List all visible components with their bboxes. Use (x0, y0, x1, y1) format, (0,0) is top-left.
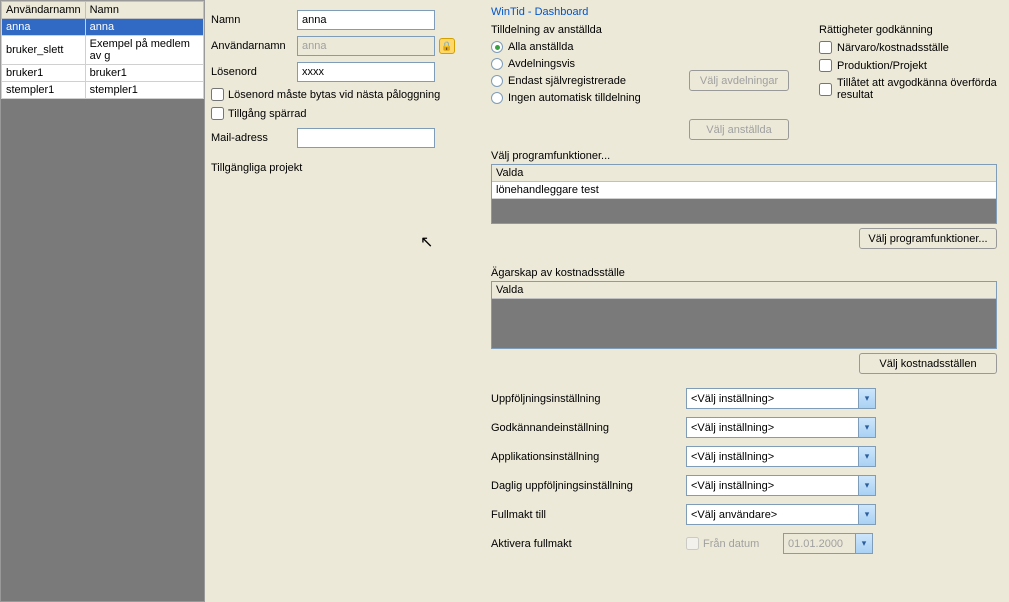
activate-proxy-label: Aktivera fullmakt (491, 538, 686, 550)
approval-label: Godkännandeinställning (491, 422, 686, 434)
listbox-header: Valda (492, 282, 996, 299)
daily-label: Daglig uppföljningsinställning (491, 480, 686, 492)
mail-input[interactable] (297, 128, 435, 148)
projects-label: Tillgängliga projekt (211, 162, 479, 174)
ownership-listbox[interactable]: Valda (491, 281, 997, 349)
table-row[interactable]: annaanna (2, 19, 204, 36)
must-change-pwd-checkbox[interactable] (211, 88, 224, 101)
user-form-panel: Namn Användarnamn 🔒 Lösenord Lösenord må… (205, 0, 485, 602)
username-input (297, 36, 435, 56)
cell-name: bruker1 (85, 65, 203, 82)
app-label: Applikationsinställning (491, 451, 686, 463)
user-list-panel: Användarnamn Namn annaannabruker_slettEx… (0, 0, 205, 602)
name-label: Namn (211, 14, 297, 26)
from-date-value: 01.01.2000 (788, 538, 843, 550)
access-blocked-label: Tillgång spärrad (228, 108, 306, 120)
radio-selfreg[interactable] (491, 75, 503, 87)
rights-title: Rättigheter godkänning (819, 24, 997, 36)
radio-all[interactable] (491, 41, 503, 53)
ownership-label: Ägarskap av kostnadsställe (491, 267, 997, 279)
app-dropdown[interactable]: <Välj inställning> (686, 446, 876, 467)
radio-selfreg-label: Endast självregistrerade (508, 75, 626, 87)
chevron-down-icon[interactable] (858, 418, 875, 437)
radio-dept-label: Avdelningsvis (508, 58, 575, 70)
name-input[interactable] (297, 10, 435, 30)
listbox-header: Valda (492, 165, 996, 182)
select-costcenter-button[interactable]: Välj kostnadsställen (859, 353, 997, 374)
proxy-value: <Välj användare> (691, 509, 777, 521)
chevron-down-icon[interactable] (858, 505, 875, 524)
dashboard-panel: WinTid - Dashboard Tilldelning av anstäl… (485, 0, 1009, 602)
select-emp-button: Välj anställda (689, 119, 789, 140)
followup-dropdown[interactable]: <Välj inställning> (686, 388, 876, 409)
progfunc-listbox[interactable]: Valda lönehandleggare test (491, 164, 997, 224)
approval-value: <Välj inställning> (691, 422, 774, 434)
attendance-checkbox[interactable] (819, 41, 832, 54)
password-label: Lösenord (211, 66, 297, 78)
cell-name: stempler1 (85, 82, 203, 99)
access-blocked-checkbox[interactable] (211, 107, 224, 120)
app-value: <Välj inställning> (691, 451, 774, 463)
approval-dropdown[interactable]: <Välj inställning> (686, 417, 876, 438)
production-label: Produktion/Projekt (837, 60, 927, 72)
from-date-label: Från datum (703, 538, 783, 550)
col-name[interactable]: Namn (85, 2, 203, 19)
proxy-dropdown[interactable]: <Välj användare> (686, 504, 876, 525)
mail-label: Mail-adress (211, 132, 297, 144)
radio-all-label: Alla anställda (508, 41, 573, 53)
cell-username: stempler1 (2, 82, 86, 99)
list-item[interactable]: lönehandleggare test (492, 182, 996, 199)
followup-value: <Välj inställning> (691, 393, 774, 405)
select-progfunc-button[interactable]: Välj programfunktioner... (859, 228, 997, 249)
production-checkbox[interactable] (819, 59, 832, 72)
radio-noneauto[interactable] (491, 92, 503, 104)
table-row[interactable]: bruker_slettExempel på medlem av g (2, 36, 204, 65)
progfunc-label: Välj programfunktioner... (491, 150, 997, 162)
approve-label: Tillåtet att avgodkänna överförda result… (837, 77, 997, 101)
must-change-pwd-label: Lösenord måste bytas vid nästa påloggnin… (228, 89, 440, 101)
lock-icon[interactable]: 🔒 (439, 38, 455, 54)
cell-username: anna (2, 19, 86, 36)
password-input[interactable] (297, 62, 435, 82)
table-row[interactable]: bruker1bruker1 (2, 65, 204, 82)
col-username[interactable]: Användarnamn (2, 2, 86, 19)
username-label: Användarnamn (211, 40, 297, 52)
chevron-down-icon[interactable] (858, 389, 875, 408)
chevron-down-icon[interactable] (858, 447, 875, 466)
followup-label: Uppföljningsinställning (491, 393, 686, 405)
daily-value: <Välj inställning> (691, 480, 774, 492)
attendance-label: Närvaro/kostnadsställe (837, 42, 949, 54)
select-dept-button: Välj avdelningar (689, 70, 789, 91)
from-date-picker: 01.01.2000 (783, 533, 873, 554)
chevron-down-icon[interactable] (858, 476, 875, 495)
from-date-checkbox (686, 537, 699, 550)
approve-checkbox[interactable] (819, 83, 832, 96)
cell-name: Exempel på medlem av g (85, 36, 203, 65)
daily-dropdown[interactable]: <Välj inställning> (686, 475, 876, 496)
chevron-down-icon (855, 534, 872, 553)
radio-noneauto-label: Ingen automatisk tilldelning (508, 92, 641, 104)
user-table[interactable]: Användarnamn Namn annaannabruker_slettEx… (1, 1, 204, 99)
assign-title: Tilldelning av anställda (491, 24, 669, 36)
cell-username: bruker_slett (2, 36, 86, 65)
radio-dept[interactable] (491, 58, 503, 70)
table-row[interactable]: stempler1stempler1 (2, 82, 204, 99)
app-title: WinTid - Dashboard (491, 6, 997, 18)
cell-username: bruker1 (2, 65, 86, 82)
cell-name: anna (85, 19, 203, 36)
proxy-label: Fullmakt till (491, 509, 686, 521)
